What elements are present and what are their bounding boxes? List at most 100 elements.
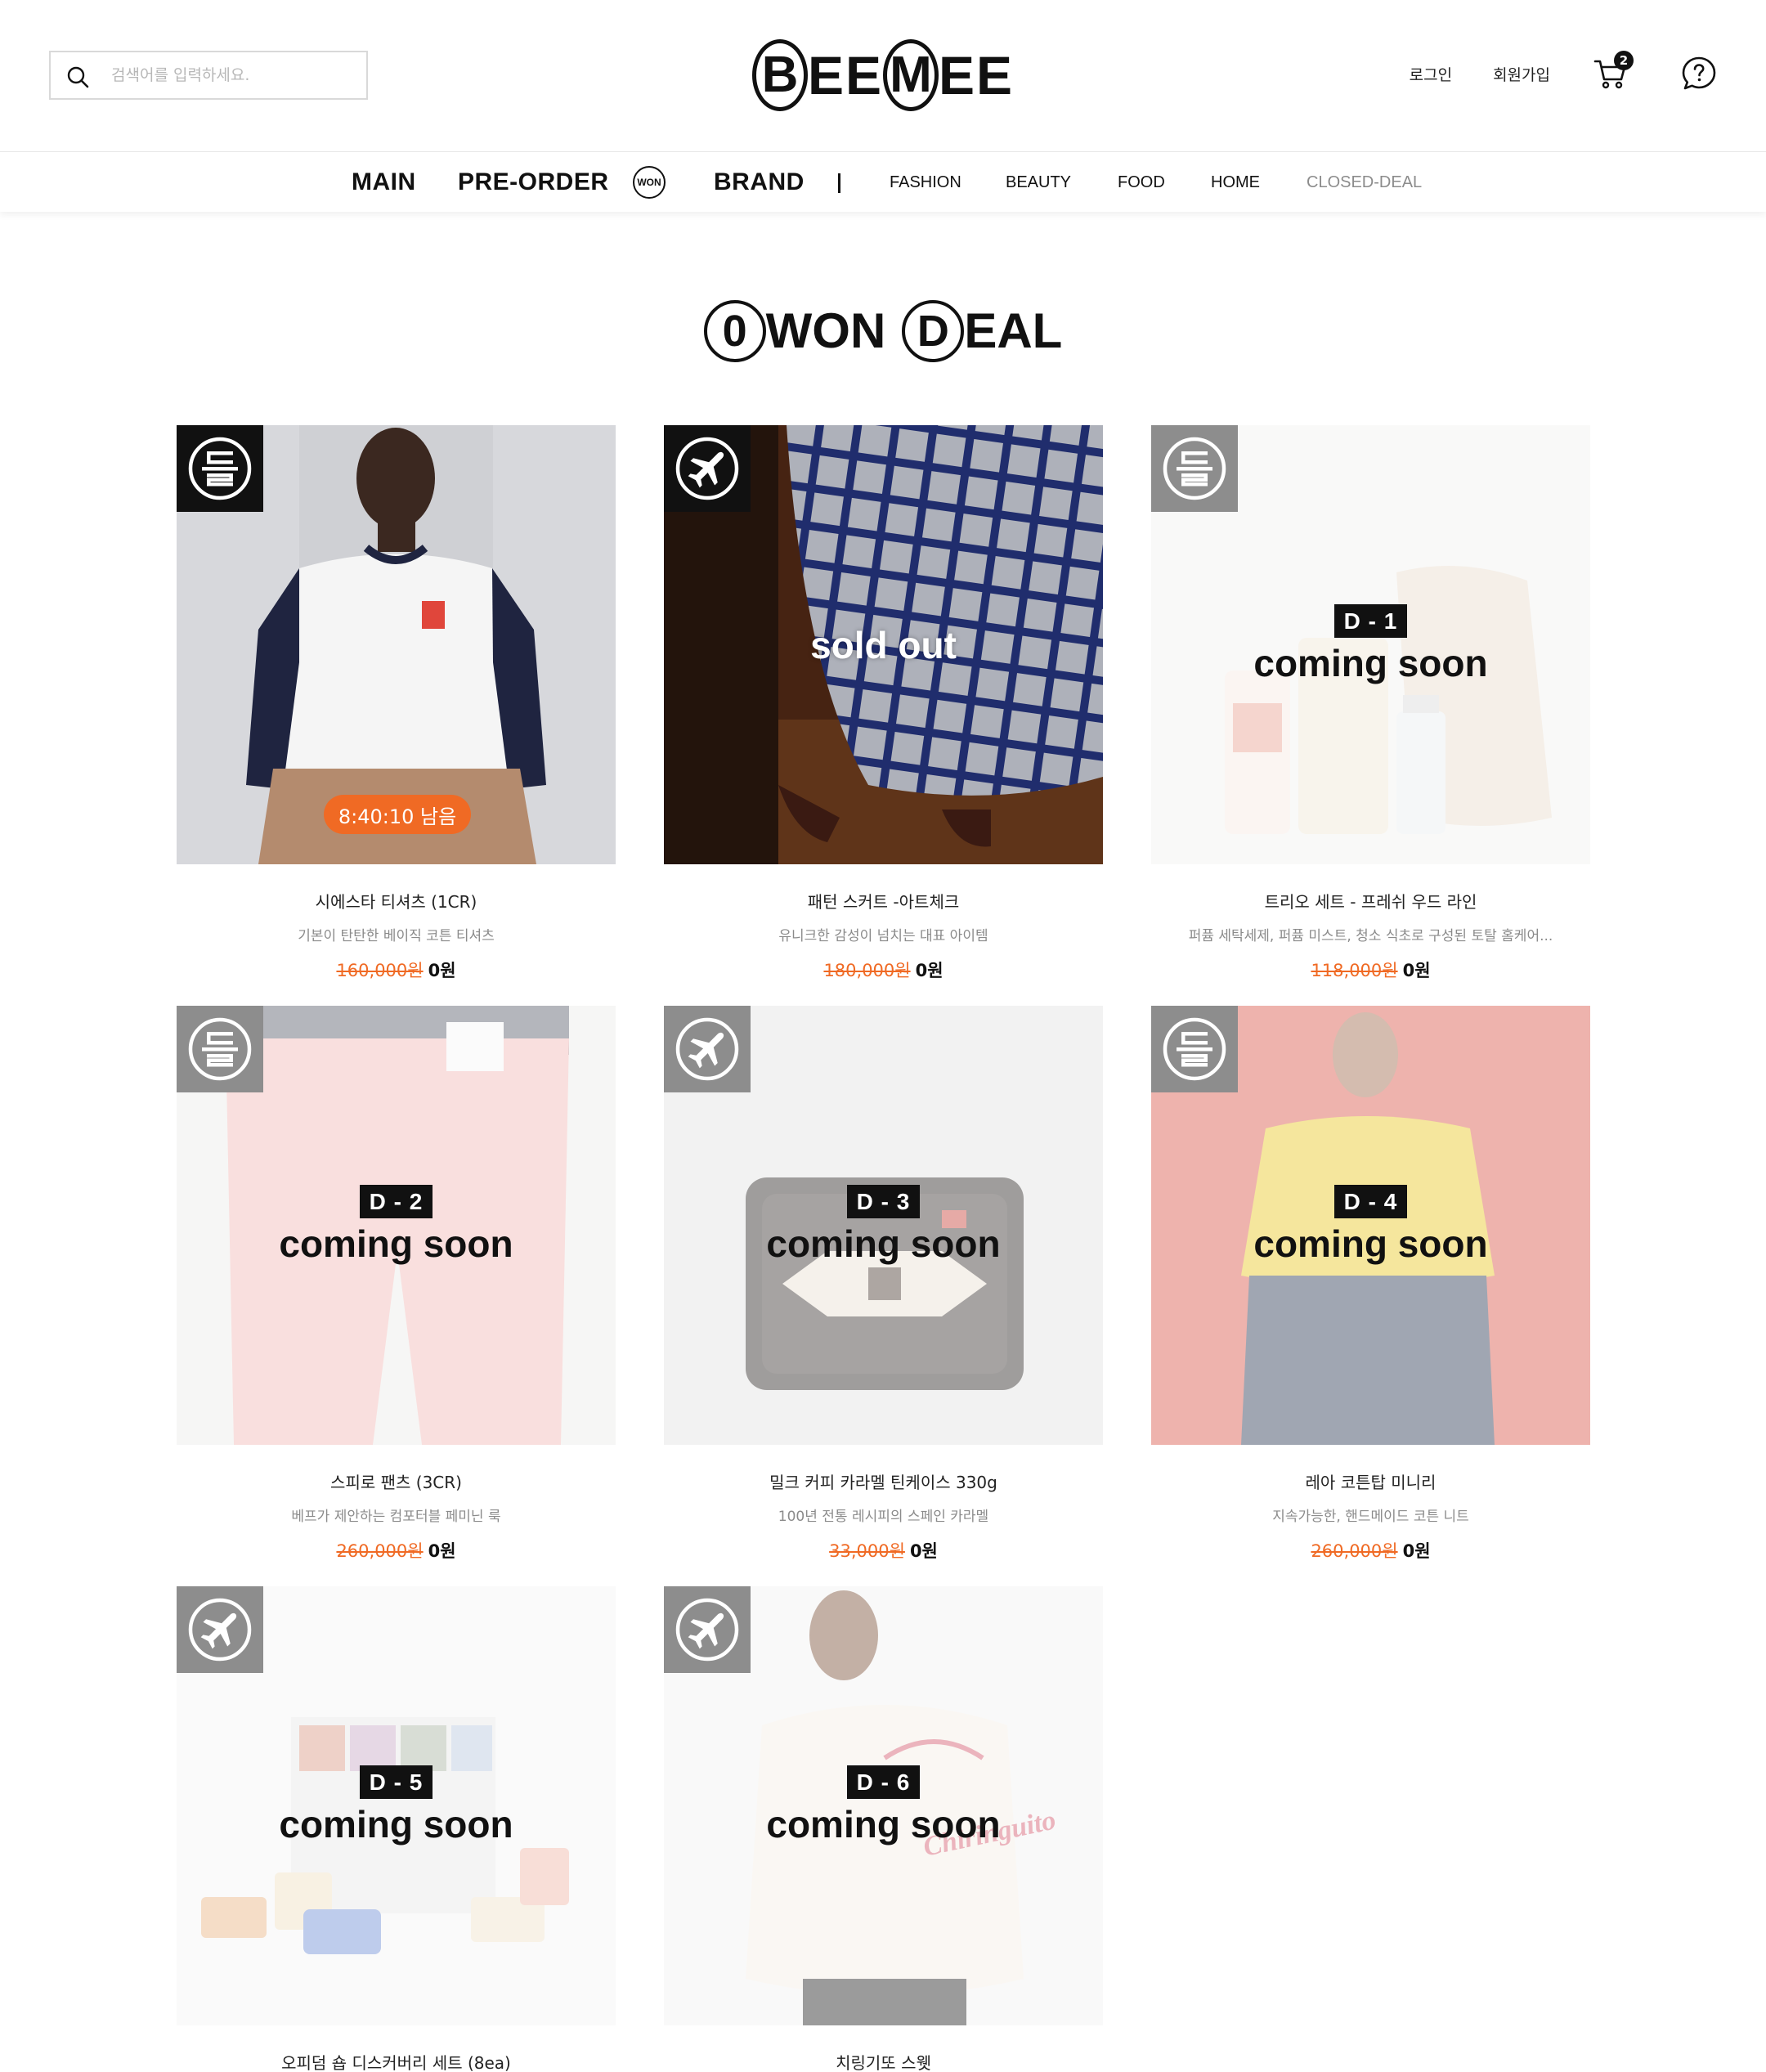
product-name[interactable]: 시에스타 티셔츠 (1CR) — [177, 889, 616, 913]
coming-soon-label: coming soon — [1253, 642, 1488, 685]
dday-badge: D - 1 — [1333, 603, 1408, 639]
product-description: 기본이 탄탄한 베이직 코튼 티셔츠 — [298, 928, 495, 944]
product-card[interactable]: D - 5 coming soon 오피덤 숍 디스커버리 세트 (8ea) — [177, 1586, 616, 2072]
logo-text-ee: EE — [807, 45, 883, 105]
status-overlay: D - 1 coming soon — [1151, 425, 1590, 864]
product-description: 퍼퓸 세탁세제, 퍼퓸 미스트, 청소 식초로 구성된 토탈 홈케어... — [1188, 928, 1553, 944]
logo-letter-m: M — [883, 39, 939, 111]
product-image[interactable]: D - 4 coming soon — [1151, 1006, 1590, 1445]
coming-soon-label: coming soon — [766, 1222, 1001, 1266]
logo-text-ee-2: EE — [938, 45, 1014, 105]
original-price: 260,000원 — [336, 1541, 424, 1561]
title-zero-circle: 0 — [703, 300, 766, 362]
coming-soon-label: coming soon — [766, 1803, 1001, 1846]
product-image[interactable]: Chiringuito D - 6 coming soon — [664, 1586, 1103, 2025]
won-badge-icon: WON — [633, 166, 666, 199]
status-overlay: sold out — [664, 425, 1103, 864]
product-card[interactable]: D - 1 coming soon 트리오 세트 - 프레쉬 우드 라인 퍼퓸 … — [1151, 425, 1590, 982]
product-name[interactable]: 치링기또 스웻 — [664, 2050, 1103, 2072]
countdown-timer: 8:40:10 남음 — [324, 795, 471, 834]
nav-closed-deal[interactable]: CLOSED-DEAL — [1307, 152, 1422, 213]
dday-badge: D - 2 — [359, 1184, 433, 1219]
product-card[interactable]: sold out 패턴 스커트 -아트체크 유니크한 감성이 넘치는 대표 아이… — [664, 425, 1103, 982]
product-image[interactable]: D - 1 coming soon — [1151, 425, 1590, 864]
original-price: 180,000원 — [823, 961, 911, 980]
nav-brand[interactable]: BRAND — [714, 152, 805, 213]
nav-food[interactable]: FOOD — [1118, 152, 1165, 213]
product-description: 베프가 제안하는 컴포터블 페미닌 룩 — [291, 1509, 501, 1525]
login-link[interactable]: 로그인 — [1410, 63, 1452, 85]
product-price: 33,000원 0원 — [664, 1538, 1103, 1563]
product-card[interactable]: 8:40:10 남음 시에스타 티셔츠 (1CR) 기본이 탄탄한 베이직 코튼… — [177, 425, 616, 982]
signup-link[interactable]: 회원가입 — [1493, 63, 1550, 85]
original-price: 160,000원 — [336, 961, 424, 980]
dday-badge: D - 5 — [359, 1765, 433, 1800]
product-name[interactable]: 밀크 커피 카라멜 틴케이스 330g — [664, 1469, 1103, 1493]
product-price: 118,000원 0원 — [1151, 958, 1590, 982]
product-name[interactable]: 트리오 세트 - 프레쉬 우드 라인 — [1151, 889, 1590, 913]
product-image[interactable]: D - 2 coming soon — [177, 1006, 616, 1445]
dday-badge: D - 4 — [1333, 1184, 1408, 1219]
nav-divider — [838, 173, 840, 193]
site-header: B EE M EE 로그인 회원가입 2 — [0, 0, 1766, 151]
coming-soon-label: coming soon — [279, 1803, 513, 1846]
nav-beauty[interactable]: BEAUTY — [1006, 152, 1071, 213]
product-card[interactable]: D - 3 coming soon 밀크 커피 카라멜 틴케이스 330g 10… — [664, 1006, 1103, 1563]
product-name[interactable]: 스피로 팬츠 (3CR) — [177, 1469, 616, 1493]
sold-out-label: sold out — [810, 623, 957, 666]
sale-price: 0원 — [428, 961, 456, 980]
sale-price: 0원 — [1402, 1541, 1431, 1561]
help-button[interactable] — [1681, 56, 1717, 92]
product-name[interactable]: 레아 코튼탑 미니리 — [1151, 1469, 1590, 1493]
product-price: 160,000원 0원 — [177, 958, 616, 982]
page-title: 0 WON D EAL — [0, 294, 1766, 368]
original-price: 260,000원 — [1311, 1541, 1398, 1561]
product-card[interactable]: D - 2 coming soon 스피로 팬츠 (3CR) 베프가 제안하는 … — [177, 1006, 616, 1563]
beemee-logo[interactable]: B EE M EE — [752, 36, 1014, 114]
product-card[interactable]: Chiringuito D - 6 coming soon 치링기또 스웻 — [664, 1586, 1103, 2072]
original-price: 118,000원 — [1311, 961, 1398, 980]
product-image[interactable]: sold out — [664, 425, 1103, 864]
product-card[interactable]: D - 4 coming soon 레아 코튼탑 미니리 지속가능한, 핸드메이… — [1151, 1006, 1590, 1563]
coming-soon-label: coming soon — [1253, 1222, 1488, 1266]
product-name[interactable]: 오피덤 숍 디스커버리 세트 (8ea) — [177, 2050, 616, 2072]
nav-fashion[interactable]: FASHION — [890, 152, 961, 213]
status-overlay: D - 5 coming soon — [177, 1586, 616, 2025]
product-price: 180,000원 0원 — [664, 958, 1103, 982]
dday-badge: D - 3 — [846, 1184, 921, 1219]
search-box[interactable] — [49, 51, 368, 100]
original-price: 33,000원 — [829, 1541, 905, 1561]
product-image[interactable]: 8:40:10 남음 — [177, 425, 616, 864]
help-chat-icon — [1682, 56, 1716, 90]
title-won: WON — [765, 303, 886, 358]
product-description: 100년 전통 레시피의 스페인 카라멜 — [778, 1509, 989, 1525]
search-input[interactable] — [111, 59, 356, 92]
product-name[interactable]: 패턴 스커트 -아트체크 — [664, 889, 1103, 913]
nav-won[interactable]: WON — [633, 152, 666, 213]
sale-price: 0원 — [915, 961, 944, 980]
nav-preorder[interactable]: PRE-ORDER — [458, 152, 609, 213]
search-icon[interactable] — [65, 65, 90, 89]
product-description: 지속가능한, 핸드메이드 코튼 니트 — [1272, 1509, 1469, 1525]
product-price: 260,000원 0원 — [1151, 1538, 1590, 1563]
dday-badge: D - 6 — [846, 1765, 921, 1800]
nav-main[interactable]: MAIN — [352, 152, 416, 213]
status-overlay: D - 3 coming soon — [664, 1006, 1103, 1445]
cart-button[interactable]: 2 — [1593, 51, 1634, 92]
status-overlay: D - 2 coming soon — [177, 1006, 616, 1445]
header-actions: 로그인 회원가입 2 — [1410, 49, 1717, 98]
title-eal: EAL — [964, 303, 1063, 358]
product-description: 유니크한 감성이 넘치는 대표 아이템 — [778, 928, 988, 944]
status-overlay: D - 6 coming soon — [664, 1586, 1103, 2025]
nav-home[interactable]: HOME — [1211, 152, 1260, 213]
product-image[interactable]: D - 5 coming soon — [177, 1586, 616, 2025]
status-overlay: D - 4 coming soon — [1151, 1006, 1590, 1445]
title-d-circle: D — [902, 300, 965, 362]
product-image[interactable]: D - 3 coming soon — [664, 1006, 1103, 1445]
domestic-icon — [186, 435, 253, 502]
cart-count-badge: 2 — [1614, 51, 1634, 70]
sale-price: 0원 — [909, 1541, 938, 1561]
sale-price: 0원 — [428, 1541, 456, 1561]
logo-letter-b: B — [752, 39, 808, 111]
product-price: 260,000원 0원 — [177, 1538, 616, 1563]
